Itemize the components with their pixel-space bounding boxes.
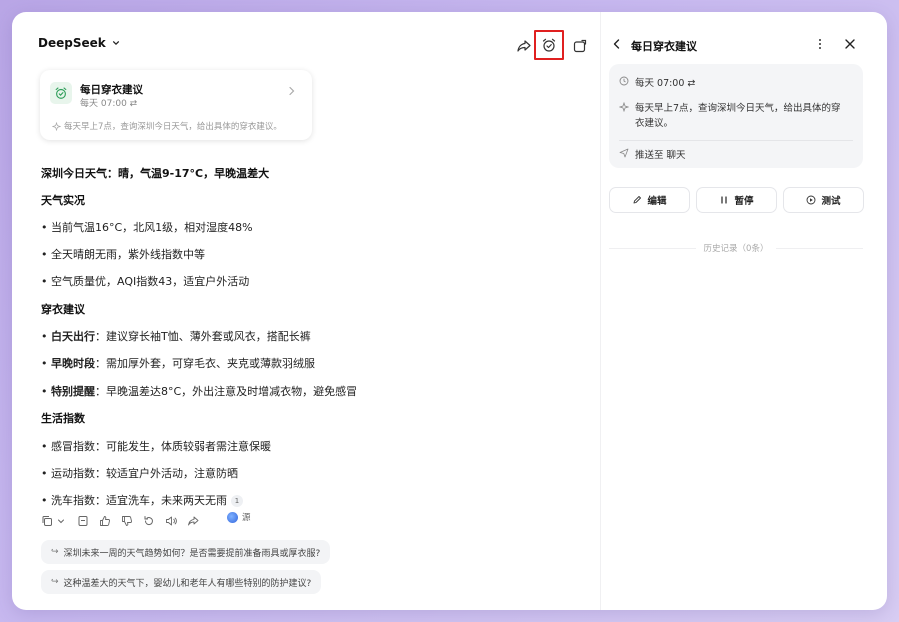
scheduled-task-card[interactable]: 每日穿衣建议 每天 07:00 ⇄ 每天早上7点，查询深圳今日天气，给出具体的穿… — [40, 70, 312, 140]
list-item: • 特别提醒：早晚温差达8°C，外出注意及时增减衣物，避免感冒 — [41, 385, 358, 398]
push-target-text: 推送至 聊天 — [635, 150, 686, 161]
list-item-key: 特别提醒 — [51, 385, 95, 398]
message-headline: 深圳今日天气：晴，气温9-17°C，早晚温差大 — [41, 167, 270, 180]
list-item-key: 早晚时段 — [51, 357, 95, 370]
list-item: • 空气质量优，AQI指数43，适宜户外活动 — [41, 275, 250, 288]
chat-pane: DeepSeek 每日穿衣建议 每天 07:00 ⇄ 每天早上7点，查询深圳今日… — [12, 12, 600, 610]
share-icon — [517, 40, 531, 52]
schedule-row: 每天 07:00 ⇄ — [619, 75, 695, 89]
pause-label: 暂停 — [734, 196, 754, 207]
list-item-text: ：建议穿长袖T恤、薄外套或风衣，搭配长裤 — [95, 330, 311, 343]
new-window-icon — [573, 39, 587, 53]
history-divider-right — [776, 247, 864, 249]
sparkle-icon — [619, 102, 629, 112]
pause-icon — [721, 196, 728, 204]
back-icon[interactable] — [611, 38, 623, 50]
model-selector[interactable]: DeepSeek — [38, 36, 120, 50]
list-item: • 当前气温16°C，北风1级，相对湿度48% — [41, 221, 253, 234]
chevron-down-icon — [112, 41, 119, 45]
source-globe-icon — [227, 511, 238, 523]
edit-label: 编辑 — [647, 196, 667, 207]
read-aloud-button[interactable] — [165, 512, 179, 526]
list-item-text: ：需加厚外套，可穿毛衣、夹克或薄款羽绒服 — [95, 357, 315, 370]
list-item: • 运动指数：较适宜户外活动，注意防晒 — [41, 467, 238, 480]
scheduled-task-button[interactable] — [534, 30, 564, 60]
bookmark-button[interactable] — [77, 512, 91, 526]
list-item: • 全天晴朗无雨，紫外线指数中等 — [41, 248, 205, 261]
task-card-description-text: 每天早上7点，查询深圳今日天气，给出具体的穿衣建议。 — [64, 122, 282, 132]
list-item: • 洗车指数：适宜洗车，未来两天无雨 1 — [41, 492, 243, 508]
speaker-icon — [166, 516, 177, 526]
history-label: 历史记录（0条） — [703, 244, 769, 254]
test-button[interactable]: 测试 — [783, 187, 864, 213]
share-icon — [188, 516, 199, 526]
citation-badge[interactable]: 1 — [230, 495, 243, 507]
list-item-key: 白天出行 — [51, 330, 95, 343]
section-title-clothing: 穿衣建议 — [41, 303, 85, 316]
info-divider — [619, 140, 853, 141]
chat-topbar: DeepSeek — [12, 12, 600, 78]
like-button[interactable] — [99, 512, 113, 526]
pause-button[interactable]: 暂停 — [696, 187, 777, 213]
test-label: 测试 — [821, 196, 841, 207]
suggested-question[interactable]: ↪ 这种温差大的天气下，婴幼儿和老年人有哪些特别的防护建议? — [41, 570, 322, 594]
share-message-button[interactable] — [187, 512, 201, 526]
open-panel-button[interactable] — [566, 32, 594, 60]
app-window: DeepSeek 每日穿衣建议 每天 07:00 ⇄ 每天早上7点，查询深圳今日… — [12, 12, 887, 610]
sources-label: 源 — [242, 513, 251, 523]
prompt-text-line1: 每天早上7点，查询深圳今日天气，给出具体的穿 — [635, 103, 841, 114]
task-detail-panel: 每日穿衣建议 每天 07:00 ⇄ 每天早上7点，查询深圳今日天气，给出具体的穿… — [601, 12, 887, 610]
list-item: • 早晚时段：需加厚外套，可穿毛衣、夹克或薄款羽绒服 — [41, 357, 315, 370]
pencil-icon — [634, 196, 642, 204]
task-card-title: 每日穿衣建议 — [80, 84, 143, 96]
thumbs-down-icon — [122, 516, 132, 526]
list-item: • 感冒指数：可能发生，体质较弱者需注意保暖 — [41, 440, 271, 453]
list-item-text: • 洗车指数：适宜洗车，未来两天无雨 — [41, 494, 227, 507]
regenerate-button[interactable] — [143, 512, 157, 526]
play-circle-icon — [807, 195, 816, 205]
bookmark-icon — [78, 516, 88, 526]
alarm-clock-icon — [55, 87, 67, 99]
alarm-clock-icon — [542, 38, 556, 52]
chevron-down-icon — [58, 519, 64, 524]
panel-title: 每日穿衣建议 — [631, 40, 697, 53]
suggested-question-text: 这种温差大的天气下，婴幼儿和老年人有哪些特别的防护建议? — [63, 578, 312, 589]
close-icon[interactable] — [843, 37, 857, 51]
edit-button[interactable]: 编辑 — [609, 187, 690, 213]
list-item: • 白天出行：建议穿长袖T恤、薄外套或风衣，搭配长裤 — [41, 330, 311, 343]
prompt-text-line2: 衣建议。 — [635, 118, 674, 129]
refresh-icon — [144, 516, 153, 526]
section-title-life: 生活指数 — [41, 412, 85, 425]
push-target-row: 推送至 聊天 — [619, 147, 686, 161]
task-card-description: 每天早上7点，查询深圳今日天气，给出具体的穿衣建议。 — [52, 120, 282, 132]
list-item-text: ：早晚温差达8°C，外出注意及时增减衣物，避免感冒 — [95, 385, 358, 398]
thumbs-up-icon — [100, 516, 110, 526]
task-icon-box — [50, 82, 72, 104]
section-title-weather: 天气实况 — [41, 194, 85, 207]
task-info-box: 每天 07:00 ⇄ 每天早上7点，查询深圳今日天气，给出具体的穿 衣建议。 推送… — [609, 64, 863, 168]
schedule-text: 每天 07:00 ⇄ — [635, 78, 696, 89]
prompt-text: 每天早上7点，查询深圳今日天气，给出具体的穿 衣建议。 — [635, 101, 841, 131]
model-name: DeepSeek — [38, 36, 106, 50]
history-section: 历史记录（0条） — [609, 242, 864, 254]
sparkle-icon — [52, 121, 61, 131]
copy-button[interactable] — [41, 512, 55, 526]
return-arrow-icon: ↪ — [51, 577, 59, 587]
copy-icon — [42, 516, 52, 526]
clock-icon — [619, 76, 629, 86]
task-card-schedule: 每天 07:00 ⇄ — [80, 99, 138, 109]
return-arrow-icon: ↪ — [51, 547, 59, 557]
send-icon — [619, 148, 629, 158]
suggested-question-text: 深圳未来一周的天气趋势如何？是否需要提前准备雨具或厚衣服? — [63, 548, 321, 559]
prompt-row: 每天早上7点，查询深圳今日天气，给出具体的穿 衣建议。 — [619, 101, 841, 131]
more-options-icon[interactable] — [813, 37, 827, 51]
suggested-question[interactable]: ↪ 深圳未来一周的天气趋势如何？是否需要提前准备雨具或厚衣服? — [41, 540, 331, 564]
copy-options-button[interactable] — [55, 512, 69, 526]
dislike-button[interactable] — [121, 512, 135, 526]
sources-button[interactable]: 源 — [227, 511, 251, 523]
history-divider-left — [609, 247, 696, 249]
chevron-right-icon — [289, 86, 295, 96]
